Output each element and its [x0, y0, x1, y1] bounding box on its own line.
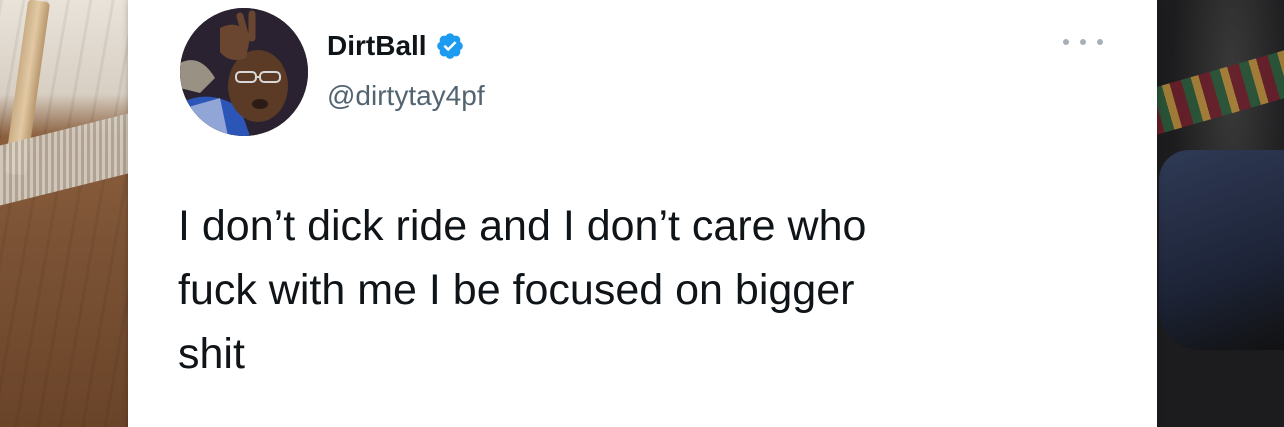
ellipsis-icon[interactable]	[1063, 30, 1103, 54]
tweet-card: DirtBall @dirtytay4pf I don’t dick ride …	[128, 0, 1157, 427]
profile-photo-icon	[180, 8, 308, 136]
author-name-row: DirtBall	[327, 30, 465, 62]
background-right	[1140, 0, 1284, 427]
verified-badge-icon	[436, 33, 463, 59]
display-name[interactable]: DirtBall	[327, 30, 427, 62]
avatar[interactable]	[180, 8, 308, 136]
photo-of-screen: DirtBall @dirtytay4pf I don’t dick ride …	[0, 0, 1284, 427]
author-handle[interactable]: @dirtytay4pf	[327, 80, 485, 112]
tweet-text: I don’t dick ride and I don’t care who f…	[178, 202, 867, 378]
background-left	[0, 0, 140, 427]
